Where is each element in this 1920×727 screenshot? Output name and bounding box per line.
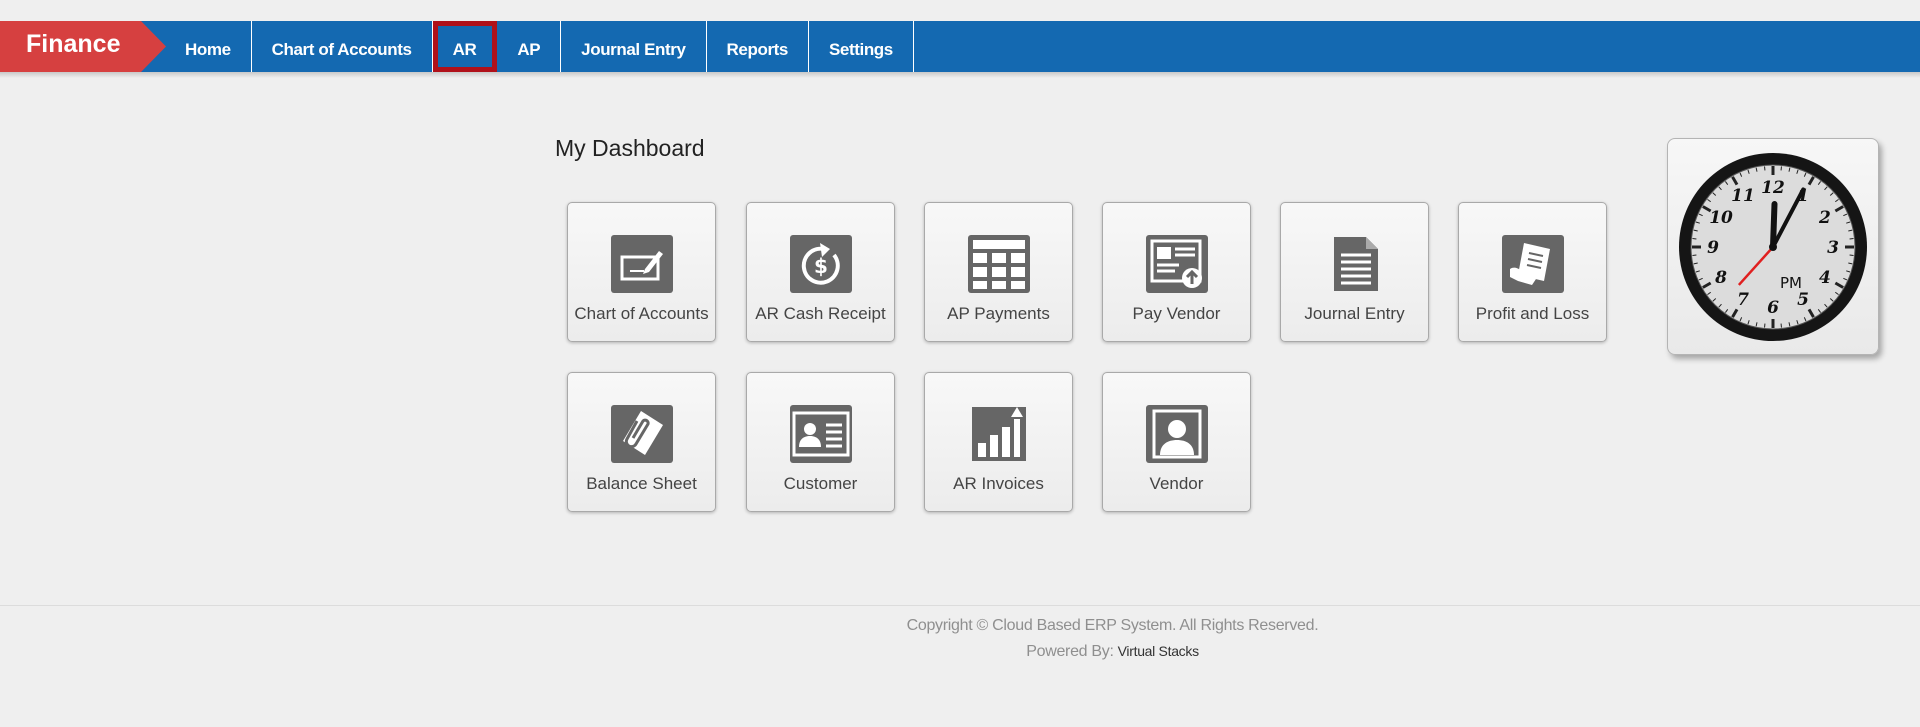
nav-ar[interactable]: AR	[432, 21, 498, 72]
clock-numeral: 11	[1731, 186, 1755, 206]
hand-receipt-icon	[1502, 235, 1564, 293]
tile-label: Vendor	[1149, 474, 1204, 493]
tile-ar-cash-receipt[interactable]: $ AR Cash Receipt	[746, 202, 895, 342]
clock-period: PM	[1780, 274, 1802, 292]
tile-label: AP Payments	[947, 304, 1050, 323]
invoice-upload-icon	[1146, 235, 1208, 293]
main-nav: Home Chart of Accounts AR AP Journal Ent…	[166, 21, 914, 72]
tile-label: AR Invoices	[953, 474, 1044, 493]
tile-label: Customer	[783, 474, 858, 493]
person-icon	[1146, 405, 1208, 463]
tile-vendor[interactable]: Vendor	[1102, 372, 1251, 512]
tile-label: Chart of Accounts	[574, 304, 709, 323]
calculator-grid-icon	[968, 235, 1030, 293]
tile-profit-and-loss[interactable]: Profit and Loss	[1458, 202, 1607, 342]
tile-customer[interactable]: Customer	[746, 372, 895, 512]
copyright-text: Copyright © Cloud Based ERP System. All …	[906, 617, 1319, 634]
clock-numeral: 2	[1818, 208, 1831, 228]
tile-chart-of-accounts[interactable]: Chart of Accounts	[567, 202, 716, 342]
clock-numeral: 3	[1827, 238, 1839, 258]
check-writing-icon	[611, 235, 673, 293]
powered-by-link[interactable]: Virtual Stacks	[1118, 643, 1199, 659]
analog-clock: 12 1234567891011 PM	[1679, 153, 1867, 341]
clock-numeral: 12	[1761, 178, 1785, 198]
nav-settings[interactable]: Settings	[809, 21, 914, 72]
clock-numeral: 5	[1797, 290, 1809, 310]
clock-numeral: 8	[1714, 268, 1727, 288]
clock-numeral: 4	[1819, 268, 1831, 288]
page-title: My Dashboard	[555, 135, 705, 161]
brand-finance[interactable]: Finance	[0, 21, 166, 72]
clock-numeral: 7	[1737, 290, 1749, 310]
nav-chart-of-accounts[interactable]: Chart of Accounts	[252, 21, 433, 72]
clock-numeral: 10	[1709, 208, 1733, 228]
dollar-refresh-icon: $	[790, 235, 852, 293]
tile-label: Balance Sheet	[586, 474, 697, 493]
tile-ar-invoices[interactable]: AR Invoices	[924, 372, 1073, 512]
document-lines-icon	[1324, 235, 1386, 293]
clock-numeral: 6	[1767, 298, 1779, 318]
tile-balance-sheet[interactable]: Balance Sheet	[567, 372, 716, 512]
nav-ap[interactable]: AP	[497, 21, 562, 72]
nav-reports[interactable]: Reports	[707, 21, 809, 72]
nav-shadow	[0, 72, 1920, 78]
paperclip-card-icon	[611, 405, 673, 463]
tile-label: AR Cash Receipt	[755, 304, 886, 323]
svg-text:$: $	[814, 254, 828, 278]
tile-ap-payments[interactable]: AP Payments	[924, 202, 1073, 342]
bar-chart-up-icon	[968, 405, 1030, 463]
footer-divider	[0, 605, 1920, 606]
powered-by: Powered By: Virtual Stacks	[0, 643, 1920, 661]
clock-widget: 12 1 2 3 4 5 6 7 8 9 10 11 PM	[1667, 138, 1879, 355]
nav-journal-entry[interactable]: Journal Entry	[561, 21, 707, 72]
tile-pay-vendor[interactable]: Pay Vendor	[1102, 202, 1251, 342]
tile-journal-entry[interactable]: Journal Entry	[1280, 202, 1429, 342]
contact-card-icon	[790, 405, 852, 463]
tile-label: Profit and Loss	[1475, 304, 1590, 323]
tile-label: Pay Vendor	[1132, 304, 1221, 323]
clock-numeral: 9	[1707, 238, 1719, 258]
tile-label: Journal Entry	[1304, 304, 1405, 323]
powered-by-label: Powered By:	[1026, 643, 1114, 660]
nav-home[interactable]: Home	[166, 21, 252, 72]
